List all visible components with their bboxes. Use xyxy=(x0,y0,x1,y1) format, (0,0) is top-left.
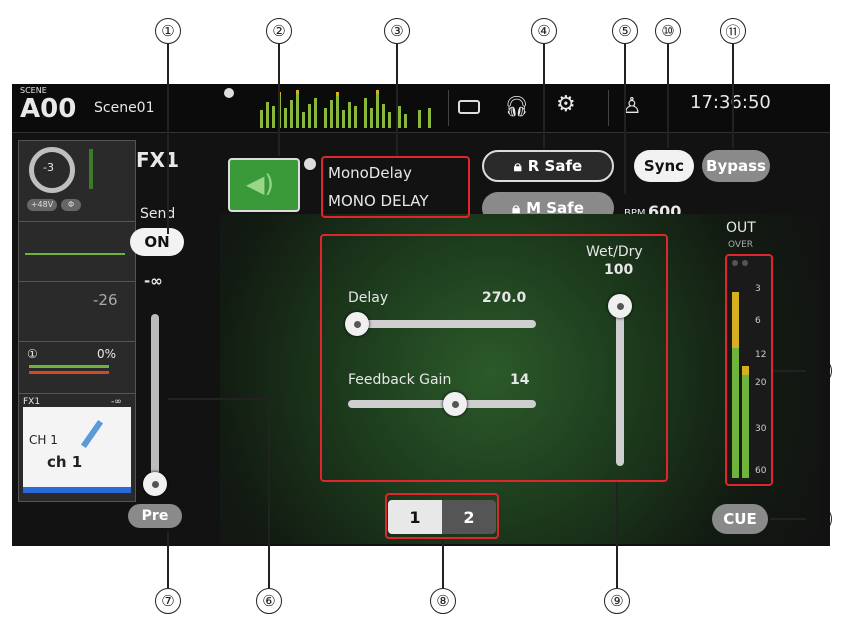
meter-bridge[interactable] xyxy=(258,88,438,128)
send-percent: 0% xyxy=(97,347,117,361)
send-bar-green xyxy=(29,365,109,368)
send-label: Send xyxy=(140,206,176,222)
fx-send-label: FX1 xyxy=(23,397,41,407)
recorder-icon[interactable] xyxy=(458,100,480,114)
effect-type-button[interactable]: ◀) xyxy=(228,158,300,212)
channel-strip[interactable]: -3 +48V Φ -26 ① 0% FX1 -∞ CH 1 ch 1 xyxy=(18,140,136,502)
send-level-value: -∞ xyxy=(144,272,163,290)
callout-2: ② xyxy=(266,18,292,44)
page-selector-highlight xyxy=(385,493,499,539)
gain-value: -3 xyxy=(43,161,54,174)
headphones-icon[interactable]: 🎧︎ xyxy=(504,94,529,118)
callout-8: ⑧ xyxy=(430,588,456,614)
callout-1: ① xyxy=(155,18,181,44)
pre-button[interactable]: Pre xyxy=(128,504,182,528)
speaker-icon: ◀) xyxy=(246,170,274,198)
microphone-icon xyxy=(80,419,104,449)
send-on-button[interactable]: ON xyxy=(130,228,184,256)
input-meter xyxy=(89,149,93,189)
send-number-icon: ① xyxy=(27,347,38,361)
channel-name: ch 1 xyxy=(47,453,83,471)
scene-number[interactable]: A00 xyxy=(20,94,76,124)
gear-icon[interactable]: ⚙ xyxy=(556,92,576,117)
sync-button[interactable]: Sync xyxy=(634,150,694,182)
callout-10: ⑩ xyxy=(655,18,681,44)
callout-7: ⑦ xyxy=(155,588,181,614)
edit-icon[interactable] xyxy=(304,158,316,170)
scene-name[interactable]: Scene01 xyxy=(94,100,155,116)
send-bar-red xyxy=(29,371,109,374)
eq-curve[interactable] xyxy=(25,253,125,255)
over-label: OVER xyxy=(728,240,754,250)
parameter-panel-highlight xyxy=(320,234,668,482)
output-meter-highlight xyxy=(725,254,773,486)
level-value: -26 xyxy=(93,291,118,309)
lock-icon: 🔒︎ xyxy=(513,157,522,175)
channel-number: CH 1 xyxy=(29,433,58,447)
fx-title: FX1 xyxy=(136,148,179,172)
callout-5: ⑤ xyxy=(612,18,638,44)
send-fader-knob[interactable] xyxy=(143,472,167,496)
top-status-bar: SCENE A00 Scene01 🎧︎ ⚙ ♙ 17:36:50 xyxy=(12,84,830,133)
effect-name-highlight xyxy=(321,156,470,218)
callout-3: ③ xyxy=(384,18,410,44)
clock-time: 17:36:50 xyxy=(690,92,771,113)
channel-name-card[interactable]: CH 1 ch 1 xyxy=(23,407,131,493)
cue-button[interactable]: CUE xyxy=(712,504,768,534)
bypass-button[interactable]: Bypass xyxy=(702,150,770,182)
callout-11: ⑪ xyxy=(720,18,746,44)
recall-safe-button[interactable]: 🔒︎ R Safe xyxy=(482,150,614,182)
send-fader-track[interactable] xyxy=(151,314,159,484)
fx-send-value: -∞ xyxy=(111,397,122,407)
e-indicator-icon xyxy=(224,88,234,98)
phase-button[interactable]: Φ xyxy=(61,199,81,211)
meter-bridge-graphic xyxy=(260,90,431,128)
output-label: OUT xyxy=(726,220,756,236)
recall-safe-label: R Safe xyxy=(527,157,583,175)
callout-9: ⑨ xyxy=(604,588,630,614)
callout-4: ④ xyxy=(531,18,557,44)
phantom-power-button[interactable]: +48V xyxy=(27,199,57,211)
callout-6: ⑥ xyxy=(256,588,282,614)
